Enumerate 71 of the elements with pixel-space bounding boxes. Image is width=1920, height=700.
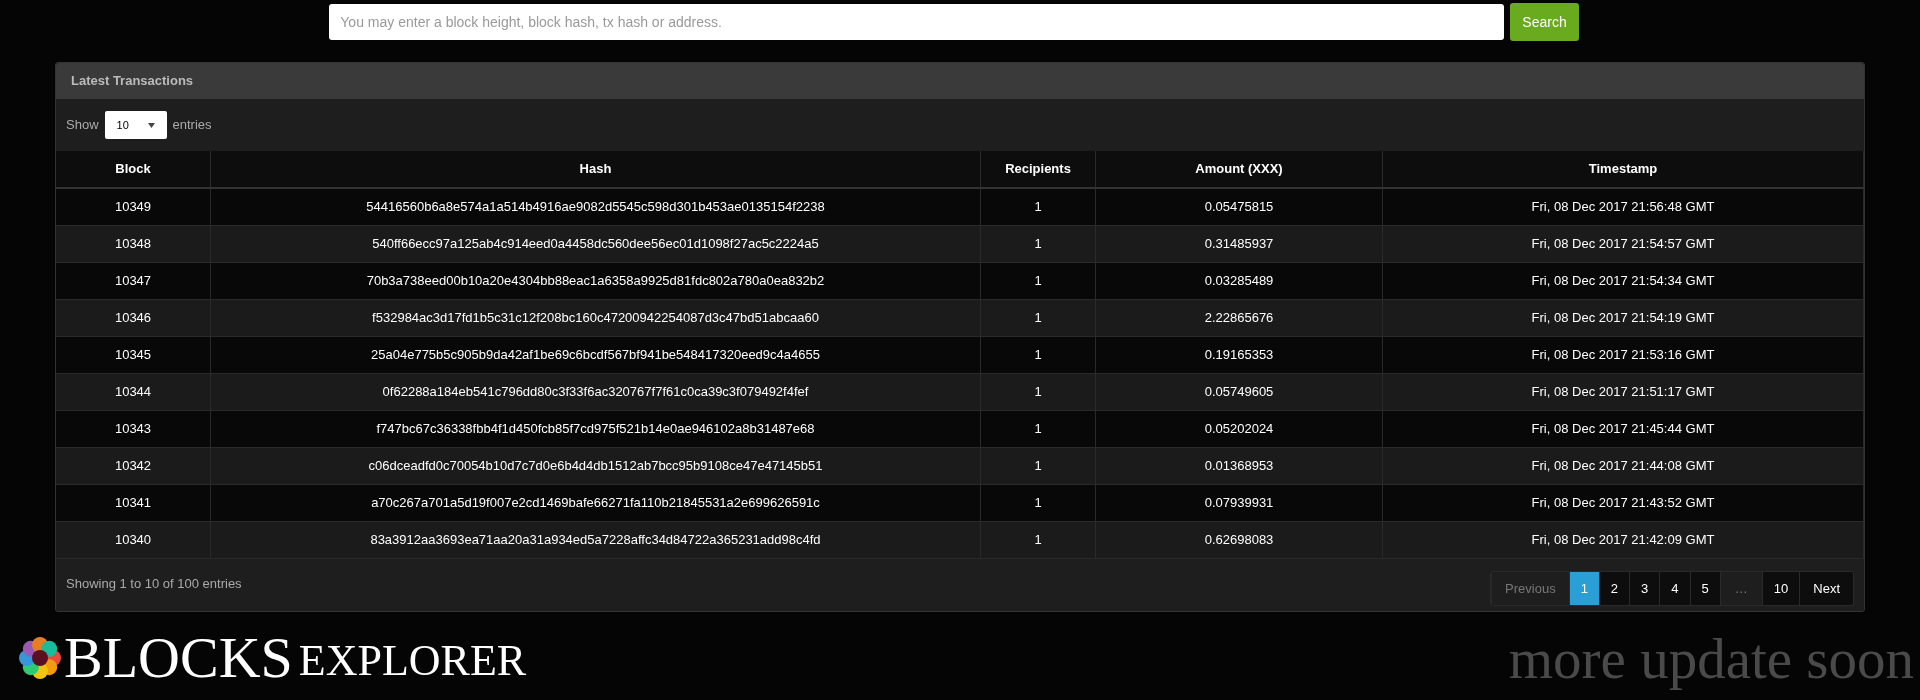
column-header[interactable]: Recipients <box>981 151 1096 187</box>
table-cell: 0.19165353 <box>1096 337 1383 373</box>
table-cell: 1 <box>981 263 1096 299</box>
table-cell: 10345 <box>56 337 211 373</box>
entries-select[interactable]: 10 <box>104 111 167 139</box>
pagination-button[interactable]: 3 <box>1629 572 1660 605</box>
pagination-button[interactable]: Next <box>1799 572 1853 605</box>
panel-title: Latest Transactions <box>71 72 194 91</box>
table-cell: Fri, 08 Dec 2017 21:54:19 GMT <box>1383 300 1864 336</box>
table-cell: 83a3912aa3693ea71aa20a31a934ed5a7228affc34d84722a365231add98c4fd <box>211 522 981 558</box>
table-cell: 0.07939931 <box>1096 485 1383 521</box>
table-cell: Fri, 08 Dec 2017 21:53:16 GMT <box>1383 337 1864 373</box>
table-cell: 0.03285489 <box>1096 263 1383 299</box>
table-cell: 10341 <box>56 485 211 521</box>
pagination-button[interactable]: 5 <box>1689 572 1720 605</box>
table-cell: 10347 <box>56 263 211 299</box>
table-cell: Fri, 08 Dec 2017 21:54:34 GMT <box>1383 263 1864 299</box>
table-cell: 1 <box>981 226 1096 262</box>
table-cell: 10342 <box>56 448 211 484</box>
table-cell: 10348 <box>56 226 211 262</box>
table-cell: 0.05749605 <box>1096 374 1383 410</box>
table-cell: Fri, 08 Dec 2017 21:44:08 GMT <box>1383 448 1864 484</box>
table-cell: 1 <box>981 448 1096 484</box>
table-cell: 0.31485937 <box>1096 226 1383 262</box>
show-label: Show <box>66 116 99 135</box>
pagination-button[interactable]: 4 <box>1659 572 1690 605</box>
table-cell: 70b3a738eed00b10a20e4304bb88eac1a6358a9925d81fdc802a780a0ea832b2 <box>211 263 981 299</box>
table-cell: 0.05202024 <box>1096 411 1383 447</box>
logo-text: BLOCKS <box>64 629 293 687</box>
table-cell: Fri, 08 Dec 2017 21:42:09 GMT <box>1383 522 1864 558</box>
caret-icon <box>147 122 155 128</box>
table-cell: 0.62698083 <box>1096 522 1383 558</box>
table-cell: 0f62288a184eb541c796dd80c3f33f6ac320767f7f61c0ca39c3f079492f4fef <box>211 374 981 410</box>
table-cell: a70c267a701a5d19f007e2cd1469bafe66271fa110b21845531a2e699626591c <box>211 485 981 521</box>
table-cell: 54416560b6a8e574a1a514b4916ae9082d5545c598d301b453ae0135154f2238 <box>211 189 981 225</box>
table-cell: 25a04e775b5c905b9da42af1be69c6bcdf567bf941be548417320eed9c4a4655 <box>211 337 981 373</box>
table-cell: c06dceadfd0c70054b10d7c7d0e6b4d4db1512ab7bcc95b9108ce47e47145b51 <box>211 448 981 484</box>
table-cell: 10346 <box>56 300 211 336</box>
table-cell: Fri, 08 Dec 2017 21:45:44 GMT <box>1383 411 1864 447</box>
table-cell: 10344 <box>56 374 211 410</box>
table-cell: 1 <box>981 189 1096 225</box>
table-cell: 1 <box>981 522 1096 558</box>
table-cell: Fri, 08 Dec 2017 21:56:48 GMT <box>1383 189 1864 225</box>
table-cell: f532984ac3d17fd1b5c31c12f208bc160c47200942254087d3c47bd51abcaa60 <box>211 300 981 336</box>
table-cell: f747bc67c36338fbb4f1d450fcb85f7cd975f521b14e0ae946102a8b31487e68 <box>211 411 981 447</box>
table-cell: 10340 <box>56 522 211 558</box>
table-cell: Fri, 08 Dec 2017 21:43:52 GMT <box>1383 485 1864 521</box>
table-cell: 2.22865676 <box>1096 300 1383 336</box>
table-cell: 0.05475815 <box>1096 189 1383 225</box>
logo-text: EXPLORER <box>298 639 527 683</box>
entries-info: Showing 1 to 10 of 100 entries <box>66 575 242 593</box>
table-cell: 1 <box>981 300 1096 336</box>
pagination-button[interactable]: 10 <box>1761 572 1800 605</box>
table-cell: 1 <box>981 374 1096 410</box>
pagination-button[interactable]: 2 <box>1598 572 1630 605</box>
flower-logo-icon <box>18 636 62 680</box>
table-cell: 10349 <box>56 189 211 225</box>
search-field[interactable]: You may enter a block height, block hash, tx hash or address. <box>329 4 1505 40</box>
column-header[interactable]: Timestamp <box>1383 151 1864 187</box>
table-cell: 0.01368953 <box>1096 448 1383 484</box>
table-cell: 1 <box>981 337 1096 373</box>
table-cell: Fri, 08 Dec 2017 21:51:17 GMT <box>1383 374 1864 410</box>
entries-label: entries <box>172 116 212 135</box>
table-cell: 1 <box>981 411 1096 447</box>
column-header[interactable]: Amount (XXX) <box>1096 151 1383 187</box>
table-cell: 1 <box>981 485 1096 521</box>
table-cell: Fri, 08 Dec 2017 21:54:57 GMT <box>1383 226 1864 262</box>
column-header[interactable]: Block <box>56 151 211 187</box>
table-cell: 540ff66ecc97a125ab4c914eed0a4458dc560dee56ec01d1098f27ac5c2224a5 <box>211 226 981 262</box>
table-cell: 10343 <box>56 411 211 447</box>
column-header[interactable]: Hash <box>211 151 981 187</box>
